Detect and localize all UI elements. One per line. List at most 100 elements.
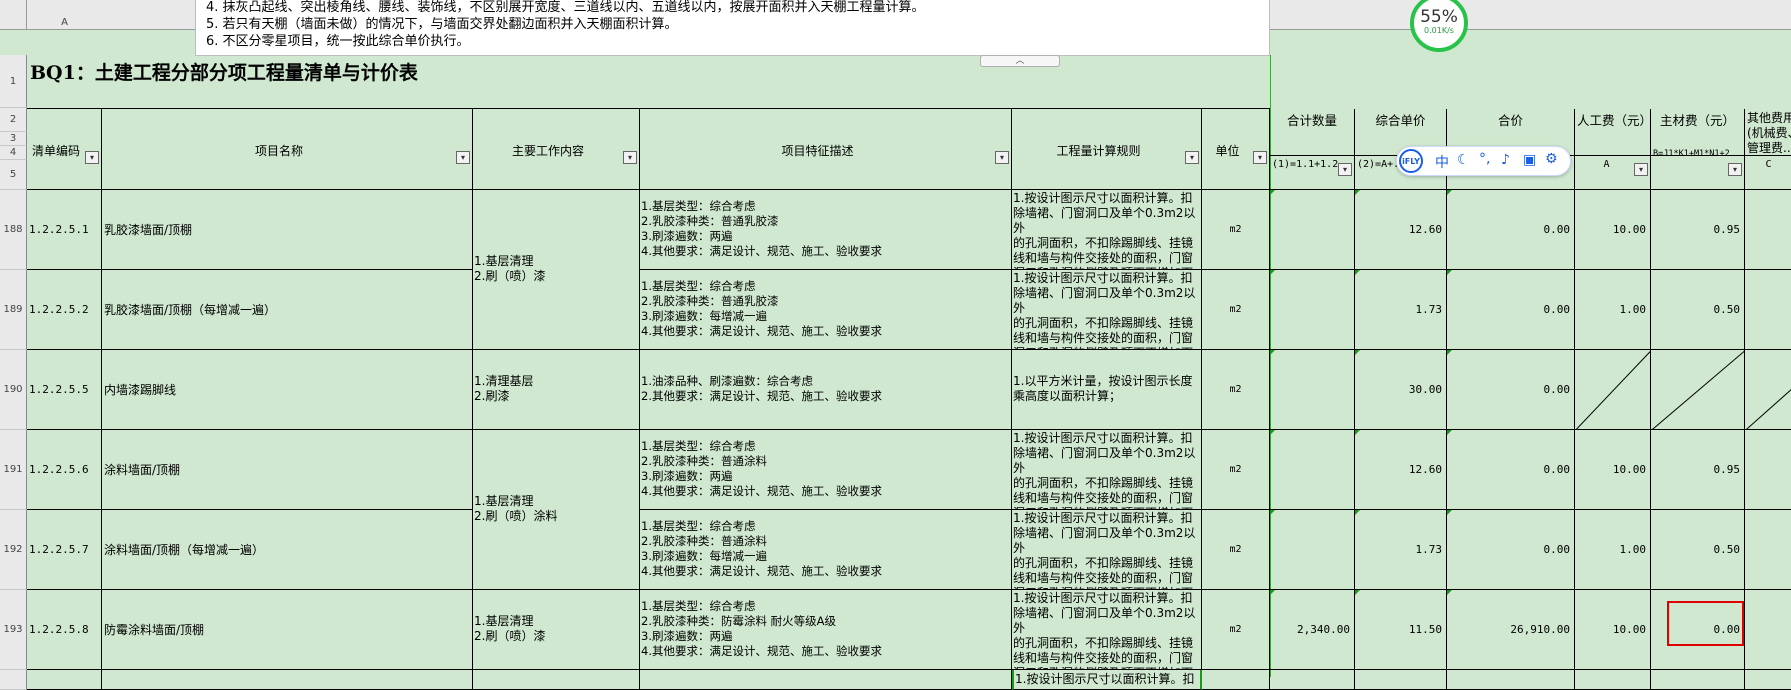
cell-feature[interactable]: 1.基层类型：综合考虑 2.乳胶漆种类：防霉涂料 耐火等级A级 3.刷漆遍数：两遍 4… xyxy=(640,590,1012,670)
cell-price[interactable] xyxy=(1355,670,1447,690)
cell-qty[interactable] xyxy=(1270,430,1355,510)
row-header[interactable]: 1 xyxy=(0,55,27,108)
cell-qty[interactable] xyxy=(1270,270,1355,350)
cell-code[interactable] xyxy=(27,670,102,690)
cell-feature[interactable]: 1.基层类型：综合考虑 2.乳胶漆种类：普通乳胶漆 3.刷漆遍数：两遍 4.其他要求：… xyxy=(640,190,1012,270)
cell-other[interactable] xyxy=(1745,270,1791,350)
cell-qty[interactable] xyxy=(1270,190,1355,270)
row-header[interactable] xyxy=(0,670,27,690)
cell-rule[interactable]: 1.按设计图示尺寸以面积计算。扣 xyxy=(1012,670,1202,690)
cell-other[interactable] xyxy=(1745,350,1791,430)
cell-work[interactable] xyxy=(473,670,640,690)
header-code[interactable]: 清单编码 ▾ xyxy=(27,109,102,190)
cell-total[interactable]: 0.00 xyxy=(1447,190,1575,270)
cell-rule[interactable]: 1.按设计图示尺寸以面积计算。扣 除墙裙、门窗洞口及单个0.3m2以外 的孔洞面积，… xyxy=(1012,270,1202,350)
filter-dropdown-icon[interactable]: ▾ xyxy=(995,151,1009,164)
cell-total[interactable] xyxy=(1447,670,1575,690)
row-header[interactable]: 193 xyxy=(0,590,27,670)
column-header-a[interactable]: A xyxy=(27,16,102,30)
row-header[interactable]: 3 xyxy=(0,132,27,146)
cell-total[interactable]: 0.00 xyxy=(1447,510,1575,590)
cell-code[interactable]: 1.2.2.5.2 xyxy=(27,270,102,350)
cell-other[interactable] xyxy=(1745,430,1791,510)
cell-material[interactable]: 0.00 xyxy=(1651,590,1745,670)
cell-material[interactable]: 0.95 xyxy=(1651,430,1745,510)
cell-feature[interactable]: 1.基层类型：综合考虑 2.乳胶漆种类：普通乳胶漆 3.刷漆遍数：每增减一遍 4.其他… xyxy=(640,270,1012,350)
cell-code[interactable]: 1.2.2.5.7 xyxy=(27,510,102,590)
cell-labor[interactable]: 10.00 xyxy=(1575,590,1651,670)
cell-other[interactable] xyxy=(1745,510,1791,590)
network-speed-widget[interactable]: 55% 0.01K/s xyxy=(1410,0,1468,52)
column-header-corner[interactable] xyxy=(0,0,27,30)
filter-dropdown-icon[interactable]: ▾ xyxy=(85,151,99,164)
cell-labor[interactable] xyxy=(1575,350,1651,430)
cell-total[interactable]: 0.00 xyxy=(1447,430,1575,510)
cell-price[interactable]: 12.60 xyxy=(1355,430,1447,510)
header-feature[interactable]: 项目特征描述 ▾ xyxy=(640,109,1012,190)
row-header[interactable]: 190 xyxy=(0,350,27,430)
cell-total[interactable]: 0.00 xyxy=(1447,270,1575,350)
row-header[interactable]: 5 xyxy=(0,160,27,190)
cell-rule[interactable]: 1.按设计图示尺寸以面积计算。扣 除墙裙、门窗洞口及单个0.3m2以外 的孔洞面积，… xyxy=(1012,590,1202,670)
cell-code[interactable]: 1.2.2.5.6 xyxy=(27,430,102,510)
cell-unit[interactable]: m2 xyxy=(1202,190,1270,270)
header-other[interactable]: C 其他费用(机械费、管理费... xyxy=(1745,109,1791,190)
filter-dropdown-icon[interactable]: ▾ xyxy=(1253,151,1267,164)
cell-unit[interactable]: m2 xyxy=(1202,350,1270,430)
cell-unit[interactable]: m2 xyxy=(1202,510,1270,590)
cell-name[interactable]: 乳胶漆墙面/顶棚（每增减一遍） xyxy=(102,270,473,350)
filter-dropdown-icon[interactable]: ▾ xyxy=(1185,151,1199,164)
cell-labor[interactable] xyxy=(1575,670,1651,690)
cell-total[interactable]: 26,910.00 xyxy=(1447,590,1575,670)
filter-dropdown-icon[interactable]: ▾ xyxy=(623,151,637,164)
cell-labor[interactable]: 1.00 xyxy=(1575,270,1651,350)
filter-dropdown-icon[interactable]: ▾ xyxy=(456,151,470,164)
cell-feature[interactable] xyxy=(640,670,1012,690)
cell-rule[interactable]: 1.按设计图示尺寸以面积计算。扣 除墙裙、门窗洞口及单个0.3m2以外 的孔洞面积，… xyxy=(1012,190,1202,270)
cell-name[interactable]: 乳胶漆墙面/顶棚 xyxy=(102,190,473,270)
cell-unit[interactable]: m2 xyxy=(1202,270,1270,350)
cell-other[interactable] xyxy=(1745,190,1791,270)
filter-dropdown-icon[interactable]: ▾ xyxy=(1338,163,1352,176)
cell-qty[interactable] xyxy=(1270,510,1355,590)
gear-icon[interactable]: ⚙ xyxy=(1545,151,1558,167)
cell-work[interactable]: 1.基层清理 2.刷（喷）漆 xyxy=(473,590,640,670)
cell-qty[interactable] xyxy=(1270,670,1355,690)
cell-work[interactable]: 1.基层清理 2.刷（喷）涂料 xyxy=(473,430,640,590)
cell-material[interactable] xyxy=(1651,670,1745,690)
keyboard-icon[interactable]: ▣ xyxy=(1523,152,1536,168)
cell-rule[interactable]: 1.以平方米计量，按设计图示长度 乘高度以面积计算； xyxy=(1012,350,1202,430)
filter-dropdown-icon[interactable]: ▾ xyxy=(1634,163,1648,176)
ifly-logo-icon[interactable]: iFLY xyxy=(1399,149,1423,173)
sheet-title[interactable]: BQ1：土建工程分部分项工程量清单与计价表 xyxy=(30,58,1270,88)
header-rule[interactable]: 工程量计算规则 ▾ xyxy=(1012,109,1202,190)
cell-unit[interactable]: m2 xyxy=(1202,590,1270,670)
cell-name[interactable]: 内墙漆踢脚线 xyxy=(102,350,473,430)
cell-price[interactable]: 1.73 xyxy=(1355,510,1447,590)
cell-other[interactable] xyxy=(1745,670,1791,690)
cell-price[interactable]: 1.73 xyxy=(1355,270,1447,350)
cell-qty[interactable] xyxy=(1270,350,1355,430)
cell-work[interactable]: 1.基层清理 2.刷（喷）漆 xyxy=(473,190,640,350)
cell-material[interactable]: 0.50 xyxy=(1651,270,1745,350)
row-header[interactable]: 2 xyxy=(0,108,27,132)
cell-name[interactable]: 涂料墙面/顶棚 xyxy=(102,430,473,510)
cell-material[interactable]: 0.95 xyxy=(1651,190,1745,270)
cell-name[interactable] xyxy=(102,670,473,690)
cell-name[interactable]: 防霉涂料墙面/顶棚 xyxy=(102,590,473,670)
cell-rule[interactable]: 1.按设计图示尺寸以面积计算。扣 除墙裙、门窗洞口及单个0.3m2以外 的孔洞面积，… xyxy=(1012,510,1202,590)
cell-price[interactable]: 30.00 xyxy=(1355,350,1447,430)
filter-dropdown-icon[interactable]: ▾ xyxy=(1728,163,1742,176)
row-header[interactable]: 191 xyxy=(0,430,27,510)
cell-code[interactable]: 1.2.2.5.5 xyxy=(27,350,102,430)
cell-work[interactable]: 1.清理基层 2.刷漆 xyxy=(473,350,640,430)
header-unit[interactable]: 单位 ▾ xyxy=(1202,109,1270,190)
cell-unit[interactable] xyxy=(1202,670,1270,690)
cell-material[interactable]: 0.50 xyxy=(1651,510,1745,590)
cell-feature[interactable]: 1.基层类型：综合考虑 2.乳胶漆种类：普通涂料 3.刷漆遍数：两遍 4.其他要求：满… xyxy=(640,430,1012,510)
cell-name[interactable]: 涂料墙面/顶棚（每增减一遍） xyxy=(102,510,473,590)
ime-toolbar[interactable]: iFLY 中 ☾ °, ♪ ▣ ⚙ xyxy=(1396,146,1571,176)
cell-total[interactable]: 0.00 xyxy=(1447,350,1575,430)
cell-qty[interactable]: 2,340.00 xyxy=(1270,590,1355,670)
cell-unit[interactable]: m2 xyxy=(1202,430,1270,510)
